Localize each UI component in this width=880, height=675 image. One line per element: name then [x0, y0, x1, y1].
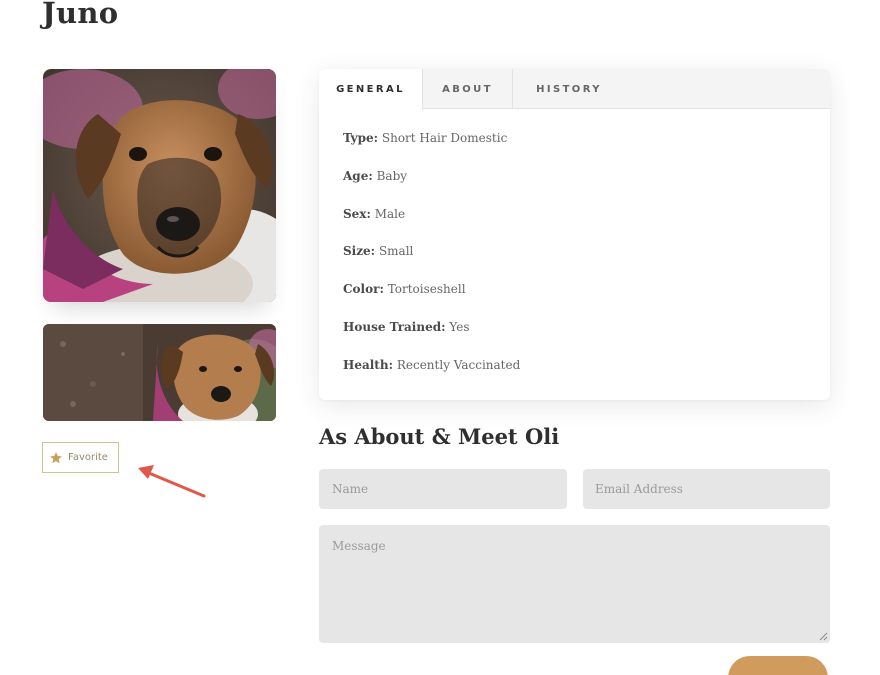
dog-photo-image	[43, 69, 276, 302]
detail-size: Size: Small	[343, 244, 520, 282]
star-icon	[50, 451, 62, 463]
name-input[interactable]	[319, 469, 567, 509]
pet-details-card: GENERAL ABOUT HISTORY Type: Short Hair D…	[319, 69, 830, 400]
submit-button[interactable]	[728, 656, 828, 675]
tab-general[interactable]: GENERAL	[319, 69, 423, 110]
detail-house-trained-key: House Trained:	[343, 319, 446, 334]
detail-type: Type: Short Hair Domestic	[343, 131, 520, 169]
detail-health-key: Health:	[343, 357, 394, 372]
detail-age-key: Age:	[343, 168, 373, 183]
detail-health-value: Recently Vaccinated	[396, 357, 521, 372]
detail-sex-value: Male	[374, 206, 406, 221]
detail-size-key: Size:	[343, 244, 376, 259]
detail-house-trained: House Trained: Yes	[343, 320, 520, 358]
favorite-label: Favorite	[68, 452, 108, 463]
detail-color: Color: Tortoiseshell	[343, 282, 520, 320]
detail-color-key: Color:	[343, 282, 384, 297]
tab-bar: GENERAL ABOUT HISTORY	[319, 69, 830, 110]
dog-photo-thumbnail-image	[43, 324, 276, 421]
detail-size-value: Small	[378, 244, 414, 259]
detail-age-value: Baby	[376, 168, 408, 183]
detail-age: Age: Baby	[343, 169, 520, 207]
detail-sex-key: Sex:	[343, 206, 371, 221]
detail-health: Health: Recently Vaccinated	[343, 358, 520, 396]
contact-form-title: As About & Meet Oli	[319, 424, 560, 449]
detail-color-value: Tortoiseshell	[387, 282, 466, 297]
tab-history[interactable]: HISTORY	[513, 69, 625, 109]
email-input[interactable]	[583, 469, 830, 509]
pet-name-title: Juno	[42, 0, 119, 30]
pet-photo-main[interactable]	[43, 69, 276, 302]
detail-type-key: Type:	[343, 131, 379, 145]
favorite-button[interactable]: Favorite	[42, 442, 119, 473]
detail-house-trained-value: Yes	[449, 319, 470, 334]
resize-grip-icon[interactable]	[818, 631, 828, 641]
tab-about[interactable]: ABOUT	[423, 69, 513, 109]
detail-type-value: Short Hair Domestic	[381, 131, 508, 145]
annotation-arrow-icon	[138, 465, 206, 498]
detail-sex: Sex: Male	[343, 207, 520, 245]
details-list: Type: Short Hair Domestic Age: Baby Sex:…	[343, 131, 520, 396]
message-textarea[interactable]	[319, 525, 830, 643]
pet-photo-thumbnail[interactable]	[43, 324, 276, 421]
